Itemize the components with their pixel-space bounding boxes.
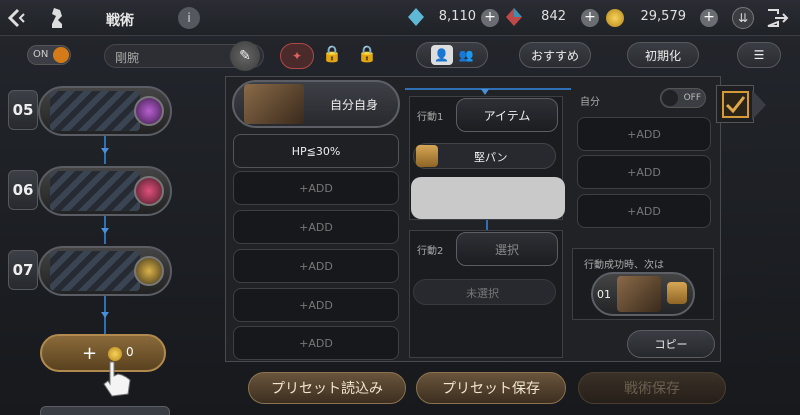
step-number: 06: [8, 170, 38, 210]
tutorial-hand-icon: [94, 356, 138, 400]
condition-slot[interactable]: +ADD: [233, 171, 399, 205]
self-toggle[interactable]: OFF: [660, 88, 706, 108]
condition-slot[interactable]: HP≦30%: [233, 134, 399, 168]
back-arrow-icon: [7, 8, 25, 28]
add-blue-gem-button[interactable]: +: [481, 9, 499, 27]
target-label: 自分自身: [330, 98, 379, 112]
auto-toggle[interactable]: ON: [27, 45, 71, 65]
connector-arrow: [101, 228, 109, 234]
bread-item-icon: [667, 282, 687, 304]
exit-icon: [767, 9, 789, 27]
step-portrait: [50, 171, 140, 211]
self-toggle-label: OFF: [683, 93, 701, 103]
next-step-card[interactable]: 01: [591, 272, 695, 316]
feather-pen-icon: ✎: [239, 48, 251, 64]
flow-line: [486, 220, 488, 230]
chess-knight-icon: [46, 6, 68, 30]
toggle-knob: [662, 90, 678, 106]
action1-label: 行動1: [417, 112, 444, 123]
action2-unselected: 未選択: [466, 287, 499, 300]
reset-button[interactable]: 初期化: [627, 42, 699, 68]
back-button[interactable]: [6, 8, 28, 28]
action1-item-name: 堅パン: [474, 151, 508, 164]
step-card[interactable]: [38, 166, 172, 216]
red-gem-count: 842: [541, 9, 566, 24]
single-user-icon: 👤: [430, 45, 453, 65]
connector-arrow: [101, 148, 109, 154]
down-chevron-icon: ⇊: [737, 11, 749, 25]
next-page-arrow[interactable]: [752, 90, 766, 120]
recommend-button[interactable]: おすすめ: [519, 42, 591, 68]
preset-save-button[interactable]: プリセット保存: [416, 372, 566, 404]
condition-slot[interactable]: +ADD: [233, 288, 399, 322]
blue-gem-icon: [408, 8, 424, 26]
menu-button[interactable]: ⇊: [732, 7, 754, 29]
add-red-gem-button[interactable]: +: [581, 9, 599, 27]
info-button[interactable]: i: [178, 7, 200, 29]
gold-coin-icon: [606, 9, 624, 27]
gold-count: 29,579: [640, 9, 687, 24]
condition-slot[interactable]: +ADD: [233, 326, 399, 360]
toggle-knob: [53, 47, 69, 63]
self-add-slot[interactable]: +ADD: [577, 155, 711, 189]
info-icon: i: [187, 11, 191, 25]
self-label: 自分: [580, 97, 600, 108]
self-add-slot[interactable]: +ADD: [577, 194, 711, 228]
checkmark-icon: [722, 91, 749, 118]
action2-item[interactable]: 未選択: [413, 279, 556, 305]
bottom-step-card-partial: [40, 406, 170, 415]
action2-select-button[interactable]: 選択: [456, 232, 558, 266]
connector-arrow: [101, 312, 109, 318]
action1-item[interactable]: 堅パン: [413, 143, 556, 169]
party-icon: 👥: [458, 48, 474, 62]
settings-button[interactable]: ☰: [737, 42, 781, 68]
step-number: 07: [8, 250, 38, 290]
item-detail-overlay: [411, 177, 565, 219]
tactic-save-button[interactable]: 戦術保存: [578, 372, 726, 404]
blue-gem-count: 8,110: [438, 9, 476, 24]
lock-icon: 🔒: [357, 44, 377, 63]
bread-item-icon: [416, 145, 438, 167]
condition-slot[interactable]: +ADD: [233, 249, 399, 283]
action1-type-button[interactable]: アイテム: [456, 98, 558, 132]
step-portrait: [50, 251, 140, 291]
page-title: 戦術: [106, 13, 134, 29]
action2-label: 行動2: [417, 246, 444, 257]
step-number: 05: [8, 90, 38, 130]
add-gold-button[interactable]: +: [700, 9, 718, 27]
toggle-label: ON: [33, 49, 49, 60]
step-card[interactable]: [38, 246, 172, 296]
preset-load-button[interactable]: プリセット読込み: [248, 372, 406, 404]
skill-icon: [134, 176, 164, 206]
game-screen: 戦術 i 8,110 + 842 + 29,579 + ⇊ ON 剛腕 ✎ ✦ …: [0, 0, 800, 415]
step-card[interactable]: [38, 86, 172, 136]
red-gem-icon: [506, 8, 522, 26]
skill-icon: [134, 256, 164, 286]
next-step-portrait: [617, 276, 661, 312]
target-portrait: [244, 84, 304, 124]
condition-slot[interactable]: +ADD: [233, 210, 399, 244]
copy-button[interactable]: コピー: [627, 330, 715, 358]
class-filter-button[interactable]: ✦: [280, 43, 314, 69]
rename-button[interactable]: ✎: [230, 41, 260, 71]
solo-mode-button[interactable]: 👤 👥: [416, 42, 488, 68]
step-portrait: [50, 91, 140, 131]
exit-button[interactable]: [766, 8, 790, 28]
crest-icon: ✦: [291, 49, 303, 63]
target-selector[interactable]: 自分自身: [232, 80, 400, 128]
enable-checkbox[interactable]: [716, 85, 754, 123]
next-step-number: 01: [597, 288, 611, 301]
sliders-icon: ☰: [753, 48, 765, 62]
self-add-slot[interactable]: +ADD: [577, 117, 711, 151]
next-step-label: 行動成功時、次は: [584, 260, 664, 271]
lock-icon: 🔒: [322, 44, 342, 63]
skill-icon: [134, 96, 164, 126]
